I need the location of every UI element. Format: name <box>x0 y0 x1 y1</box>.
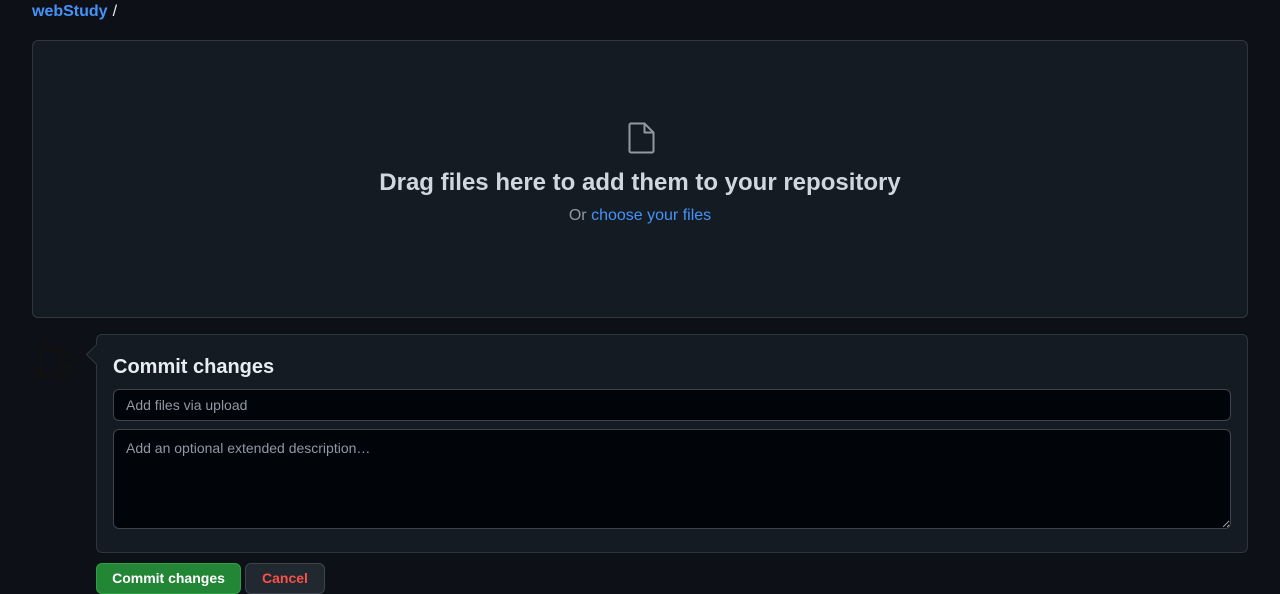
commit-summary-input[interactable] <box>113 389 1231 421</box>
breadcrumb: webStudy / <box>32 2 117 22</box>
file-icon <box>628 122 655 154</box>
cancel-button[interactable]: Cancel <box>245 563 325 594</box>
teapot-avatar <box>32 334 77 377</box>
commit-description-input[interactable] <box>113 429 1231 529</box>
breadcrumb-separator: / <box>112 3 118 20</box>
or-text: Or <box>568 207 587 224</box>
commit-panel: Commit changes <box>96 334 1248 553</box>
commit-title: Commit changes <box>113 356 275 378</box>
dropzone-title: Drag files here to add them to your repo… <box>379 169 901 196</box>
commit-changes-button[interactable]: Commit changes <box>96 563 241 594</box>
dropzone-subtitle: Or choose your files <box>33 205 1247 227</box>
choose-files-link[interactable]: choose your files <box>591 207 711 224</box>
repo-link[interactable]: webStudy <box>32 3 108 20</box>
file-dropzone[interactable]: Drag files here to add them to your repo… <box>32 40 1248 318</box>
